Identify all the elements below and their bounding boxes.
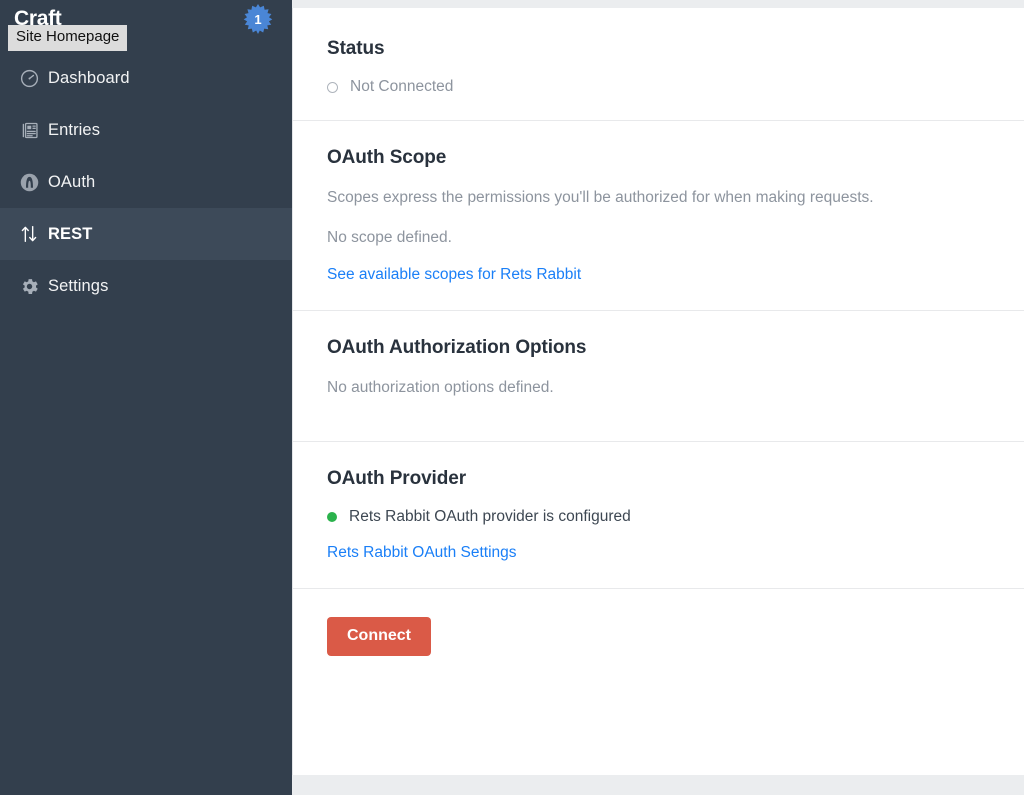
sidebar-item-dashboard[interactable]: Dashboard (0, 52, 292, 104)
app-window: Craft 1 Site Homepage Dashboard Entries … (0, 0, 1024, 795)
main-content: Status Not Connected OAuth Scope Scopes … (292, 0, 1024, 795)
oauth-scope-title: OAuth Scope (327, 147, 447, 168)
sidebar-item-label: OAuth (48, 172, 96, 191)
oauth-scope-value: No scope defined. (327, 229, 452, 247)
oauth-authorization-options-title: OAuth Authorization Options (327, 336, 587, 358)
provider-status: Rets Rabbit OAuth provider is configured (327, 508, 990, 526)
sidebar-item-oauth[interactable]: OAuth (0, 156, 292, 208)
connection-status: Not Connected (327, 78, 990, 96)
sidebar-item-settings[interactable]: Settings (0, 260, 292, 312)
sidebar-item-entries[interactable]: Entries (0, 104, 292, 156)
notification-burst-badge[interactable]: 1 (242, 3, 274, 35)
site-homepage-tooltip: Site Homepage (8, 25, 128, 51)
sidebar-item-label: Settings (48, 276, 109, 295)
oauth-authorization-options-value: No authorization options defined. (327, 378, 554, 396)
rets-rabbit-oauth-settings-link[interactable]: Rets Rabbit OAuth Settings (327, 544, 517, 562)
sidebar: Craft 1 Site Homepage Dashboard Entries … (0, 0, 292, 795)
oauth-scope-description: Scopes express the permissions you'll be… (327, 189, 874, 206)
gauge-icon (12, 68, 46, 89)
brand-header: Craft 1 Site Homepage (0, 0, 292, 51)
sidebar-nav: Dashboard Entries OAuth REST Settings (0, 52, 292, 312)
available-scopes-link[interactable]: See available scopes for Rets Rabbit (327, 266, 581, 284)
status-empty-circle-icon (327, 81, 338, 93)
sidebar-item-label: Entries (48, 120, 101, 139)
status-value: Not Connected (350, 78, 454, 95)
notification-count: 1 (254, 11, 262, 27)
sidebar-item-label: Dashboard (48, 68, 130, 87)
settings-page: Status Not Connected OAuth Scope Scopes … (292, 8, 1024, 775)
provider-status-text: Rets Rabbit OAuth provider is configured (349, 508, 631, 526)
connect-section: Connect (293, 589, 1024, 686)
status-section: Status Not Connected (293, 8, 1024, 121)
sidebar-item-rest[interactable]: REST (0, 208, 292, 260)
up-down-arrows-icon (12, 223, 46, 245)
status-title: Status (327, 38, 385, 59)
connect-button[interactable]: Connect (327, 617, 431, 657)
newspaper-icon (12, 120, 46, 141)
gear-icon (12, 276, 46, 297)
oauth-authorization-options-section: OAuth Authorization Options No authoriza… (293, 311, 1024, 443)
oauth-circle-a-icon (12, 172, 46, 193)
provider-green-dot-icon (327, 512, 337, 523)
oauth-scope-section: OAuth Scope Scopes express the permissio… (293, 121, 1024, 311)
oauth-provider-title: OAuth Provider (327, 468, 467, 490)
sidebar-item-label: REST (48, 224, 93, 243)
oauth-provider-section: OAuth Provider Rets Rabbit OAuth provide… (293, 442, 1024, 590)
